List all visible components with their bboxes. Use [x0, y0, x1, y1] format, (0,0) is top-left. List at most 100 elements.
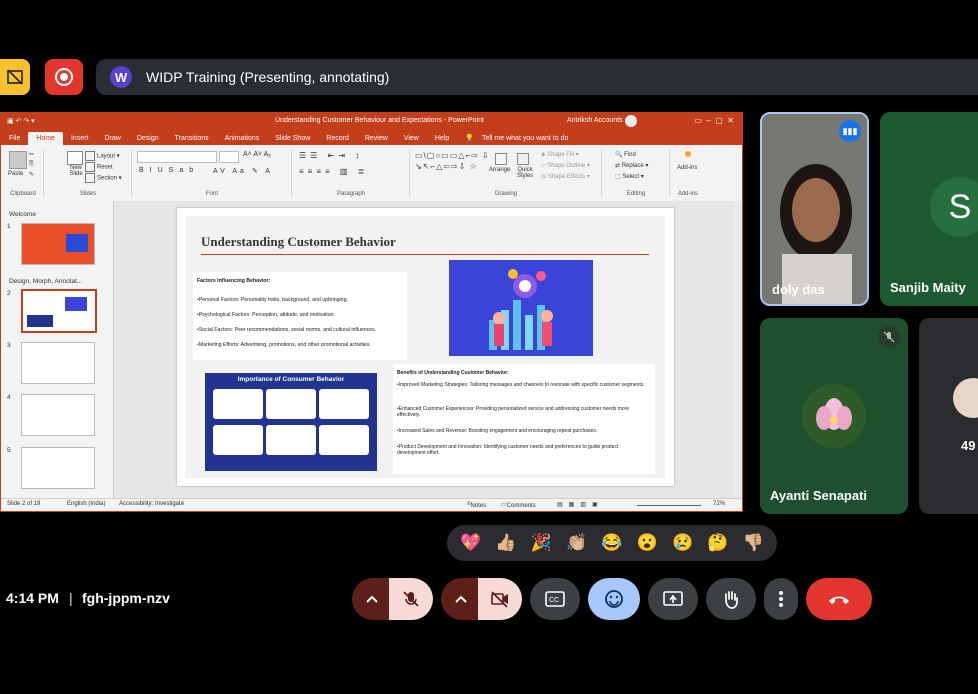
slide-canvas[interactable]: Understanding Customer Behavior Factors …: [177, 208, 674, 486]
new-slide-icon[interactable]: [67, 151, 83, 165]
format-painter-icon[interactable]: ✎: [29, 171, 34, 178]
reaction-cry-icon[interactable]: 😢: [671, 531, 695, 555]
view-buttons[interactable]: ▤▦▥▣: [557, 501, 604, 508]
font-color-icons[interactable]: AV Aa ✎ A: [213, 167, 273, 175]
window-controls-icon[interactable]: ▭ – ▢ ✕: [694, 116, 734, 125]
reset-button[interactable]: Reset: [85, 162, 113, 172]
layout-button[interactable]: Layout ▾: [85, 151, 120, 161]
importance-infographic[interactable]: Importance of Consumer Behavior: [205, 373, 377, 471]
reaction-party-icon[interactable]: 🎉: [529, 531, 553, 555]
slide-thumb-1[interactable]: [21, 223, 95, 265]
menu-file[interactable]: File: [1, 135, 28, 145]
addins-button-label[interactable]: Add-ins: [677, 165, 697, 171]
menu-insert[interactable]: Insert: [63, 135, 97, 145]
shape-outline-button[interactable]: ▱ Shape Outline ▾: [541, 162, 590, 169]
slide-thumb-3[interactable]: [21, 342, 95, 384]
more-participants-tile[interactable]: 49: [919, 318, 978, 514]
slides-label: Slides: [79, 191, 97, 197]
stop-presenting-button[interactable]: [45, 59, 83, 95]
menu-transitions[interactable]: Transitions: [167, 135, 217, 145]
reaction-thinking-icon[interactable]: 🤔: [706, 531, 730, 555]
participant-tile-ayanti[interactable]: Ayanti Senapati: [760, 318, 908, 514]
reactions-button[interactable]: [588, 578, 640, 620]
language-status[interactable]: English (India): [67, 501, 105, 507]
addins-label: Add-ins: [677, 191, 699, 197]
account-name[interactable]: Antriksh Accounts: [567, 117, 623, 124]
section-button[interactable]: Section ▾: [85, 173, 122, 183]
section-welcome[interactable]: Welcome: [9, 211, 36, 218]
font-grow-icon[interactable]: A˄ A˅ Aᵪ: [243, 151, 271, 158]
menu-home[interactable]: Home: [28, 132, 63, 145]
menu-view[interactable]: View: [396, 135, 427, 145]
menu-draw[interactable]: Draw: [96, 135, 128, 145]
arrange-label[interactable]: Arrange: [489, 167, 510, 173]
reaction-thumbs-down-icon[interactable]: 👎🏼: [741, 531, 765, 555]
factors-textbox[interactable]: Factors Influencing Behavior: •Personal …: [193, 272, 407, 360]
vertical-scrollbar[interactable]: [734, 201, 742, 499]
section-design[interactable]: Design, Morph, Annotat...: [9, 278, 82, 285]
reaction-laugh-icon[interactable]: 😂: [600, 531, 624, 555]
zoom-slider[interactable]: [637, 505, 701, 506]
slide-thumb-4[interactable]: [21, 394, 95, 436]
customer-illustration[interactable]: [449, 260, 593, 356]
shape-fill-button[interactable]: ◈ Shape Fill ▾: [541, 151, 579, 158]
replace-button[interactable]: ⇄ Replace ▾: [615, 162, 648, 169]
font-size-select[interactable]: [219, 151, 239, 163]
paste-icon[interactable]: [9, 151, 27, 169]
cut-icon[interactable]: ✂: [29, 151, 34, 158]
reaction-surprised-icon[interactable]: 😮: [635, 531, 659, 555]
find-button[interactable]: 🔍 Find: [615, 151, 636, 158]
raise-hand-button[interactable]: [706, 578, 756, 620]
leave-call-button[interactable]: [806, 578, 872, 620]
reaction-clap-icon[interactable]: 👏🏼: [565, 531, 589, 555]
audio-options-button[interactable]: [352, 578, 392, 620]
slide-thumb-5[interactable]: [21, 447, 95, 489]
participant-tile-doly[interactable]: ▮▮▮ doly das: [760, 112, 869, 306]
font-style-icons[interactable]: BIUSab: [139, 167, 199, 174]
speaking-indicator-icon: ▮▮▮: [839, 120, 861, 142]
zoom-level[interactable]: 72%: [713, 501, 725, 507]
participant-tile-sanjib[interactable]: S Sanjib Maity: [880, 112, 978, 306]
comments-button[interactable]: ▭ Comments: [501, 501, 536, 509]
reaction-heart-icon[interactable]: 💖: [459, 531, 483, 555]
notes-button[interactable]: ≡ Notes: [467, 501, 486, 509]
menu-animations[interactable]: Animations: [217, 135, 268, 145]
list-icons[interactable]: ☰☰ ⇤⇥ ↕: [299, 151, 363, 160]
shape-effects-button[interactable]: ◎ Shape Effects ▾: [541, 173, 590, 180]
menu-help[interactable]: Help: [427, 135, 457, 145]
paste-label[interactable]: Paste: [8, 171, 23, 177]
stop-annotating-button[interactable]: [0, 59, 30, 95]
addins-icon[interactable]: [685, 151, 691, 157]
meeting-code[interactable]: fgh-jppm-nzv: [82, 590, 170, 606]
tell-me-search[interactable]: Tell me what you want to do: [482, 135, 576, 145]
video-options-button[interactable]: [441, 578, 481, 620]
autosave-icon[interactable]: ▣ ↶ ↷ ▾: [7, 117, 35, 125]
font-family-select[interactable]: [137, 151, 217, 163]
more-options-button[interactable]: [764, 578, 798, 620]
reaction-thumbs-up-icon[interactable]: 👍🏼: [494, 531, 518, 555]
align-icons[interactable]: ≡≡≡≡ ▥ ≣: [299, 167, 368, 176]
menu-record[interactable]: Record: [318, 135, 357, 145]
select-button[interactable]: ⬚ Select ▾: [615, 173, 644, 180]
new-slide-label[interactable]: New Slide: [65, 165, 87, 177]
copy-icon[interactable]: ⎘: [29, 161, 34, 168]
present-screen-button[interactable]: [648, 578, 698, 620]
benefits-textbox[interactable]: Benefits of Understanding Customer Behav…: [393, 364, 655, 474]
accessibility-status[interactable]: Accessibility: Investigate: [119, 501, 184, 507]
microphone-toggle-button[interactable]: [389, 578, 433, 620]
shapes-gallery[interactable]: ▭\▢○▭▭△⌐⇨ ⇩: [415, 151, 490, 160]
captions-button[interactable]: CC: [530, 578, 580, 620]
quick-styles-label[interactable]: Quick Styles: [515, 167, 535, 179]
arrange-icon[interactable]: [495, 153, 507, 165]
shapes-gallery-row2[interactable]: ↘↖⌐△⇦⇨⇩ ☆: [415, 162, 478, 171]
menu-design[interactable]: Design: [129, 135, 167, 145]
camera-toggle-button[interactable]: [478, 578, 522, 620]
clipboard-group: Paste ✂ ⎘ ✎ Clipboard: [3, 149, 44, 197]
menu-review[interactable]: Review: [357, 135, 396, 145]
slide-thumb-2[interactable]: [21, 289, 97, 333]
importance-title: Importance of Consumer Behavior: [237, 376, 345, 383]
menu-slideshow[interactable]: Slide Show: [267, 135, 318, 145]
slide-thumbnails-pane[interactable]: Welcome 1 Design, Morph, Annotat... 2 3 …: [1, 201, 114, 499]
quick-styles-icon[interactable]: [517, 153, 529, 165]
account-avatar[interactable]: [625, 115, 637, 127]
